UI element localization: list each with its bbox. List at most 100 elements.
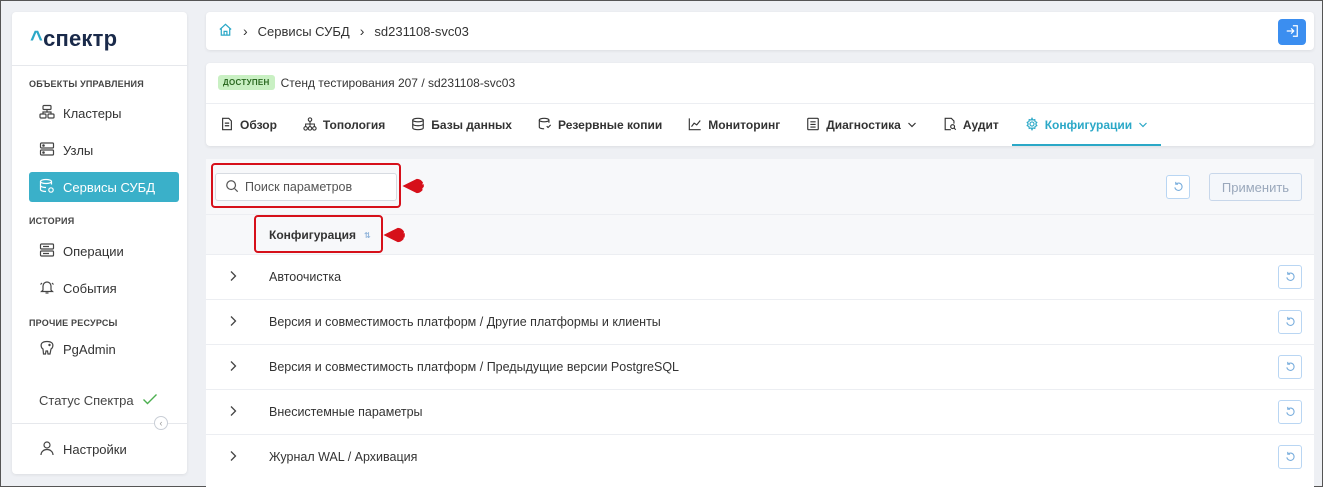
apply-button[interactable]: Применить — [1209, 173, 1302, 201]
database-icon — [411, 117, 425, 134]
tab-configuration[interactable]: Конфигурации — [1011, 104, 1162, 146]
undo-icon — [1285, 405, 1296, 420]
sidebar-item-label: Узлы — [63, 142, 94, 158]
sidebar-item-label: PgAdmin — [63, 341, 116, 357]
tab-overview[interactable]: Обзор — [220, 104, 290, 146]
tab-audit[interactable]: Аудит — [943, 104, 1012, 146]
chevron-right-icon[interactable] — [228, 450, 238, 465]
status-label: Статус Спектра — [39, 393, 134, 408]
chevron-right-icon[interactable] — [228, 270, 238, 285]
status-badge: ДОСТУПЕН — [218, 75, 275, 90]
logout-icon — [1285, 24, 1299, 41]
sidebar-item-nodes[interactable]: Узлы — [29, 135, 168, 165]
sidebar-section-history: ИСТОРИЯ — [29, 216, 75, 226]
reset-row-button[interactable] — [1278, 445, 1302, 469]
reset-row-button[interactable] — [1278, 265, 1302, 289]
database-backup-icon — [538, 117, 552, 134]
reset-all-button[interactable] — [1166, 175, 1190, 199]
sidebar-item-settings[interactable]: Настройки — [29, 434, 168, 464]
table-row[interactable]: Версия и совместимость платформ / Предыд… — [206, 344, 1314, 389]
checkmark-icon — [142, 392, 158, 409]
sidebar-item-label: События — [63, 280, 117, 296]
chevron-right-icon[interactable] — [228, 405, 238, 420]
row-label: Версия и совместимость платформ / Предыд… — [269, 360, 679, 374]
document-icon — [220, 117, 234, 134]
service-header: ДОСТУПЕН Стенд тестирования 207 / sd2311… — [206, 63, 1314, 146]
tab-label: Мониторинг — [708, 118, 781, 132]
gear-icon — [1025, 116, 1039, 134]
sidebar-item-label: Операции — [63, 243, 124, 259]
breadcrumb-service: sd231108-svc03 — [374, 23, 469, 39]
list-box-icon — [806, 117, 820, 134]
tab-label: Резервные копии — [557, 118, 663, 132]
undo-icon — [1285, 270, 1296, 285]
bell-icon — [39, 279, 55, 298]
sidebar-item-label: Сервисы СУБД — [63, 179, 156, 195]
breadcrumb-dbms-services[interactable]: Сервисы СУБД — [258, 24, 350, 39]
callout-marker-2: 2 — [402, 178, 428, 194]
sidebar-section-other: ПРОЧИЕ РЕСУРСЫ — [29, 318, 118, 328]
tab-label: Обзор — [240, 118, 277, 132]
user-icon — [39, 440, 55, 459]
server-icon — [39, 141, 55, 160]
table-row[interactable]: Внесистемные параметры — [206, 389, 1314, 434]
logout-button[interactable] — [1278, 19, 1306, 45]
row-label: Внесистемные параметры — [269, 405, 423, 419]
table-row[interactable]: Версия и совместимость платформ / Другие… — [206, 299, 1314, 344]
tab-label: Аудит — [962, 118, 999, 132]
reset-row-button[interactable] — [1278, 400, 1302, 424]
undo-icon — [1285, 315, 1296, 330]
chevron-right-icon: › — [359, 23, 365, 39]
document-search-icon — [943, 117, 957, 134]
service-title-row: ДОСТУПЕН Стенд тестирования 207 / sd2311… — [218, 75, 515, 90]
service-tabs: Обзор Топология Базы данных Резервные ко… — [220, 104, 1174, 146]
service-title: Стенд тестирования 207 / sd231108-svc03 — [280, 75, 516, 90]
chevron-down-icon — [1138, 118, 1148, 132]
table-row[interactable]: Автоочистка — [206, 254, 1314, 299]
callout-box-column — [254, 215, 383, 253]
tab-label: Топология — [322, 118, 386, 132]
chevron-left-icon: ‹ — [159, 418, 163, 428]
configuration-panel: Поиск параметров Применить Конфигурация … — [206, 159, 1314, 487]
callout-number-2: 2 — [422, 182, 428, 193]
sidebar-item-dbms-services[interactable]: Сервисы СУБД — [29, 172, 179, 202]
collapse-sidebar-button[interactable]: ‹ — [154, 416, 168, 430]
tab-label: Базы данных — [431, 118, 512, 132]
undo-icon — [1173, 180, 1184, 195]
row-label: Версия и совместимость платформ / Другие… — [269, 315, 661, 329]
reset-row-button[interactable] — [1278, 310, 1302, 334]
sidebar-item-clusters[interactable]: Кластеры — [29, 98, 168, 128]
chevron-right-icon[interactable] — [228, 315, 238, 330]
reset-row-button[interactable] — [1278, 355, 1302, 379]
sidebar-item-label: Кластеры — [63, 105, 122, 121]
breadcrumb: › Сервисы СУБД › sd231108-svc03 — [206, 12, 1314, 50]
sidebar-item-label: Настройки — [63, 441, 127, 457]
row-label: Журнал WAL / Архивация — [269, 450, 418, 464]
home-icon[interactable] — [218, 22, 233, 40]
sidebar-divider — [12, 65, 187, 66]
sidebar: ^спектр ОБЪЕКТЫ УПРАВЛЕНИЯ Кластеры Узлы… — [12, 12, 187, 474]
chevron-down-icon — [907, 118, 917, 132]
app-logo[interactable]: ^спектр — [30, 26, 117, 52]
tab-backups[interactable]: Резервные копии — [538, 104, 675, 146]
tab-diagnostics[interactable]: Диагностика — [806, 104, 930, 146]
tab-topology[interactable]: Топология — [303, 104, 398, 146]
tab-monitoring[interactable]: Мониторинг — [688, 104, 793, 146]
database-gear-icon — [39, 178, 55, 197]
table-row[interactable]: Журнал WAL / Архивация — [206, 434, 1314, 479]
tab-databases[interactable]: Базы данных — [411, 104, 525, 146]
callout-marker-1: 1 — [383, 227, 409, 243]
sidebar-item-operations[interactable]: Операции — [29, 236, 168, 266]
sidebar-item-pgadmin[interactable]: PgAdmin — [29, 334, 168, 364]
undo-icon — [1285, 450, 1296, 465]
spectr-status[interactable]: Статус Спектра — [39, 392, 158, 409]
operations-icon — [39, 242, 55, 261]
chevron-right-icon: › — [243, 23, 248, 39]
cluster-icon — [39, 104, 55, 123]
undo-icon — [1285, 360, 1296, 375]
tab-label: Конфигурации — [1044, 118, 1133, 132]
sidebar-item-events[interactable]: События — [29, 273, 168, 303]
chevron-right-icon[interactable] — [228, 360, 238, 375]
row-label: Автоочистка — [269, 270, 342, 284]
tab-label: Диагностика — [826, 118, 901, 132]
